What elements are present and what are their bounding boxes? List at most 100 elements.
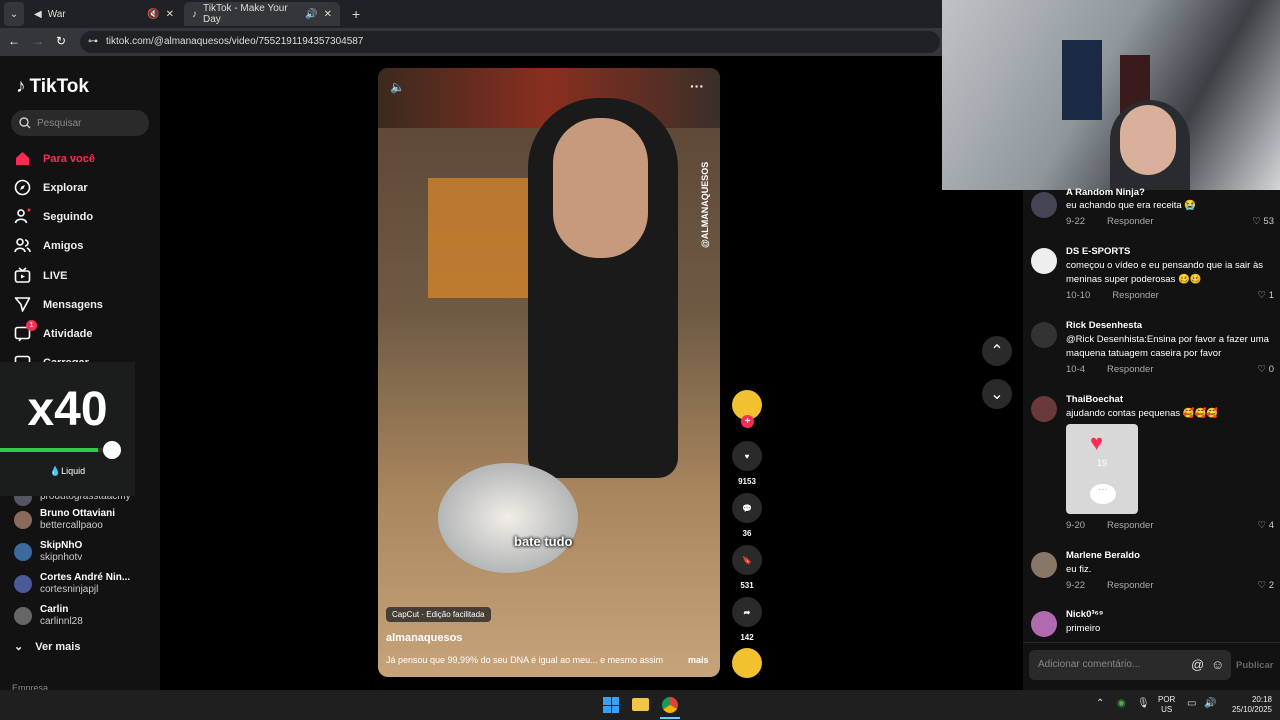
tiktok-favicon-icon: ♪ (192, 8, 197, 20)
liquid-overlay: x40 💧Liquid (0, 362, 135, 496)
more-options-icon[interactable]: ··· (690, 78, 704, 94)
follow-plus-icon[interactable]: + (741, 415, 754, 428)
following-handle: bettercallpaoo (40, 520, 103, 531)
following-item[interactable]: Carlin carlinnl28 (14, 604, 83, 628)
following-item[interactable]: SkipNhO skipnhotv (14, 540, 82, 564)
forward-icon[interactable]: → (32, 34, 44, 48)
reply-button[interactable]: Responder (1107, 520, 1153, 531)
mention-icon[interactable]: @ (1191, 650, 1204, 680)
tray-chevron-icon[interactable]: ⌃ (1096, 698, 1104, 709)
clock[interactable]: 20:18 25/10/2025 (1222, 695, 1272, 715)
music-disc[interactable] (732, 648, 762, 684)
url-field[interactable]: ⊶ tiktok.com/@almanaquesos/video/7552191… (80, 31, 940, 53)
capcut-tag[interactable]: CapCut · Edição facilitada (386, 607, 491, 622)
reload-icon[interactable]: ↻ (56, 34, 66, 48)
reply-button[interactable]: Responder (1107, 580, 1153, 591)
comment-like[interactable]: ♡ 4 (1258, 520, 1274, 531)
close-tab-icon[interactable]: ✕ (324, 9, 332, 20)
next-video-button[interactable]: ⌄ (982, 379, 1012, 409)
taskbar: ⌃ ◉ 🎙 POR US ▭ 🔊 20:18 25/10/2025 (0, 690, 1280, 720)
back-icon[interactable]: ← (8, 34, 20, 48)
file-explorer-icon[interactable] (632, 698, 649, 711)
comment-like[interactable]: ♡ 0 (1258, 364, 1274, 375)
tab-title: War (47, 8, 66, 20)
search-input[interactable]: Pesquisar (11, 110, 149, 136)
video-player[interactable]: @ALMANAQUESOS 🔈 ··· bate tudo CapCut · E… (378, 68, 720, 677)
network-icon[interactable]: ▭ (1187, 698, 1196, 709)
tab-list-button[interactable]: ⌄ (4, 2, 24, 26)
comment-username[interactable]: A Random Ninja? (1066, 187, 1145, 198)
comment-like[interactable]: ♡ 53 (1252, 216, 1274, 227)
new-tab-button[interactable]: + (344, 2, 368, 26)
comment-username[interactable]: ThaiBoechat (1066, 394, 1123, 405)
tab-war[interactable]: ◀ War 🔇 ✕ (26, 2, 182, 26)
tray-app-icon[interactable]: ◉ (1117, 698, 1126, 709)
volume-tray-icon[interactable]: 🔊 (1204, 698, 1216, 709)
comment-like[interactable]: ♡ 2 (1258, 580, 1274, 591)
share-button[interactable]: ➦ 142 (732, 597, 762, 642)
comment-input[interactable]: Adicionar comentário... @ ☺ (1029, 650, 1231, 680)
comments-panel: A Random Ninja? eu achando que era recei… (1023, 187, 1280, 690)
reply-button[interactable]: Responder (1112, 290, 1158, 301)
presenter-face (553, 118, 648, 258)
speaker-icon[interactable]: 🔊 (305, 9, 317, 20)
see-more-button[interactable]: ⌄ Ver mais (14, 640, 81, 654)
avatar[interactable] (1031, 611, 1057, 637)
volume-icon[interactable]: 🔈 (390, 80, 405, 94)
comment-username[interactable]: Nick0³⁶⁹ (1066, 609, 1103, 620)
comment-text: primeiro (1066, 623, 1101, 634)
save-count: 531 (740, 581, 754, 590)
mute-icon[interactable]: 🔇 (147, 9, 159, 20)
comment-sticker: ♥ 19 ··· (1066, 424, 1138, 514)
language-indicator[interactable]: POR US (1158, 695, 1175, 715)
emoji-icon[interactable]: ☺ (1211, 650, 1224, 680)
nav-explorar[interactable]: Explorar (14, 179, 88, 196)
following-item[interactable]: Bruno Ottaviani bettercallpaoo (14, 508, 115, 532)
comment-username[interactable]: Marlene Beraldo (1066, 550, 1140, 561)
avatar[interactable] (1031, 192, 1057, 218)
comment-text: @Rick Desenhista:Ensina por favor a faze… (1066, 334, 1269, 359)
reply-button[interactable]: Responder (1107, 216, 1153, 227)
heart-icon: ♥ (732, 441, 762, 471)
send-icon (14, 297, 31, 312)
nav-seguindo[interactable]: Seguindo (14, 208, 93, 225)
author-avatar[interactable]: + (732, 390, 762, 428)
previous-video-button[interactable]: ⌃ (982, 336, 1012, 366)
language-code: POR (1158, 695, 1176, 704)
nav-live[interactable]: LIVE (14, 267, 67, 284)
avatar[interactable] (1031, 322, 1057, 348)
following-name: Cortes André Nin... (40, 572, 131, 583)
site-info-icon[interactable]: ⊶ (88, 31, 98, 53)
following-handle: skipnhotv (40, 552, 83, 563)
chrome-icon[interactable] (661, 696, 679, 714)
chevron-up-icon: ⌃ (990, 343, 1004, 360)
nav-amigos[interactable]: Amigos (14, 237, 83, 254)
following-item[interactable]: Cortes André Nin... cortesninjapjl (14, 572, 130, 596)
see-more-label: Ver mais (35, 640, 81, 653)
like-button[interactable]: ♥ 9153 (732, 441, 762, 486)
nav-para-voce[interactable]: Para você (14, 150, 95, 167)
following-handle: cortesninjapjl (40, 584, 99, 595)
nav-mensagens[interactable]: Mensagens (14, 296, 103, 313)
comment-username[interactable]: DS E-SPORTS (1066, 246, 1130, 257)
nav-atividade[interactable]: 1 Atividade (14, 320, 93, 342)
avatar[interactable] (1031, 552, 1057, 578)
reply-button[interactable]: Responder (1107, 364, 1153, 375)
tab-tiktok[interactable]: ♪ TikTok - Make Your Day 🔊 ✕ (184, 2, 340, 26)
microphone-icon[interactable]: 🎙 (1137, 698, 1150, 709)
avatar (14, 607, 32, 625)
publish-button[interactable]: Publicar (1236, 660, 1274, 671)
tiktok-logo[interactable]: ♪ TikTok (16, 76, 89, 98)
comment-button[interactable]: 💬 36 (732, 493, 762, 538)
avatar[interactable] (1031, 396, 1057, 422)
description-more-button[interactable]: mais (688, 655, 709, 665)
avatar[interactable] (1031, 248, 1057, 274)
close-tab-icon[interactable]: ✕ (166, 9, 174, 20)
windows-start-icon[interactable] (603, 697, 619, 713)
comment-like[interactable]: ♡ 1 (1258, 290, 1274, 301)
comment-username[interactable]: Rick Desenhesta (1066, 320, 1142, 331)
comment-text: eu fiz. (1066, 564, 1092, 575)
nav-label: LIVE (43, 269, 68, 282)
video-author[interactable]: almanaquesos (386, 632, 462, 644)
save-button[interactable]: 🔖 531 (732, 545, 762, 590)
